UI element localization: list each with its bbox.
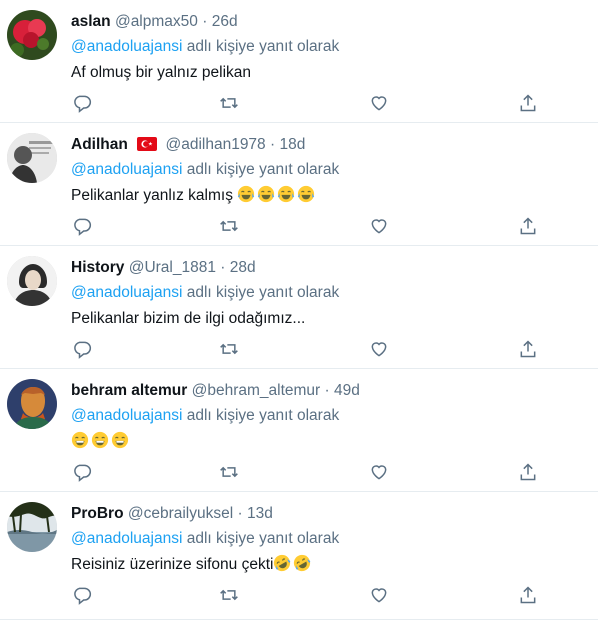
tweet-text [71,429,588,455]
mention-link[interactable]: @anadoluajansi [71,407,182,424]
mention-link[interactable]: @anadoluajansi [71,530,182,547]
laughing-emoji-icon [277,185,295,203]
laughing-emoji-icon [237,185,255,203]
display-name[interactable]: behram altemur [71,382,187,399]
display-name[interactable]: aslan [71,13,111,30]
reply-icon[interactable] [72,93,92,113]
reply-context-label: adlı kişiye yanıt olarak [186,530,340,547]
tweet-text-content: Pelikanlar bizim de ilgi odağımız... [71,310,306,327]
retweet-icon[interactable] [219,585,239,605]
like-icon[interactable] [369,339,389,359]
display-name[interactable]: History [71,259,124,276]
reply-context-label: adlı kişiye yanıt olarak [186,38,340,55]
timestamp[interactable]: 28d [230,259,256,276]
action-bar [0,585,598,605]
laughing-emoji-icon [297,185,315,203]
tweet[interactable]: aslan @alpmax50 · 26d @anadoluajansi adl… [0,0,598,123]
avatar[interactable] [7,256,57,306]
share-icon[interactable] [518,339,538,359]
rofl-emoji-icon [273,554,291,572]
reply-context: @anadoluajansi adlı kişiye yanıt olarak [71,281,588,305]
action-bar [0,339,598,359]
action-bar [0,462,598,482]
handle[interactable]: @adilhan1978 [165,136,265,153]
separator-dot: · [220,259,226,276]
timestamp[interactable]: 49d [334,382,360,399]
reply-context: @anadoluajansi adlı kişiye yanıt olarak [71,404,588,428]
separator-dot: · [202,13,208,30]
display-name[interactable]: ProBro [71,505,124,522]
tweet[interactable]: History @Ural_1881 · 28d @anadoluajansi … [0,246,598,369]
mention-link[interactable]: @anadoluajansi [71,161,182,178]
tweet-text-content: Pelikanlar yanlız kalmış [71,187,233,204]
handle[interactable]: @cebrailyuksel [128,505,233,522]
handle[interactable]: @alpmax50 [115,13,198,30]
share-icon[interactable] [518,585,538,605]
reply-icon[interactable] [72,339,92,359]
avatar[interactable] [7,379,57,429]
tweet[interactable]: Adilhan @adilhan1978 · 18d @anadoluajans… [0,123,598,246]
reply-context-label: adlı kişiye yanıt olarak [186,284,340,301]
separator-dot: · [324,382,330,399]
tweet-text-content: Af olmuş bir yalnız pelikan [71,64,252,81]
tweet-text-content: Reisiniz üzerinize sifonu çekti [71,556,274,573]
like-icon[interactable] [369,585,389,605]
reply-context-label: adlı kişiye yanıt olarak [186,407,340,424]
handle[interactable]: @Ural_1881 [129,259,216,276]
grinning-emoji-icon [71,431,89,449]
timestamp[interactable]: 13d [247,505,273,522]
grinning-emoji-icon [111,431,129,449]
retweet-icon[interactable] [219,93,239,113]
share-icon[interactable] [518,462,538,482]
reply-icon[interactable] [72,462,92,482]
retweet-icon[interactable] [219,462,239,482]
tweet[interactable]: behram altemur @behram_altemur · 49d @an… [0,369,598,492]
share-icon[interactable] [518,93,538,113]
avatar[interactable] [7,10,57,60]
timestamp[interactable]: 18d [279,136,305,153]
tweet-text: Af olmuş bir yalnız pelikan [71,60,588,86]
reply-context-label: adlı kişiye yanıt olarak [186,161,340,178]
like-icon[interactable] [369,93,389,113]
tweet-text: Pelikanlar yanlız kalmış [71,183,588,209]
rofl-emoji-icon [293,554,311,572]
reply-context: @anadoluajansi adlı kişiye yanıt olarak [71,35,588,59]
action-bar [0,93,598,113]
retweet-icon[interactable] [219,216,239,236]
reply-icon[interactable] [72,585,92,605]
reply-feed: aslan @alpmax50 · 26d @anadoluajansi adl… [0,0,598,620]
tweet[interactable]: ProBro @cebrailyuksel · 13d @anadoluajan… [0,492,598,620]
laughing-emoji-icon [257,185,275,203]
display-name[interactable]: Adilhan [71,136,128,153]
mention-link[interactable]: @anadoluajansi [71,284,182,301]
tweet-text: Reisiniz üzerinize sifonu çekti [71,552,588,578]
handle[interactable]: @behram_altemur [192,382,321,399]
timestamp[interactable]: 26d [212,13,238,30]
separator-dot: · [237,505,243,522]
reply-icon[interactable] [72,216,92,236]
mention-link[interactable]: @anadoluajansi [71,38,182,55]
separator-dot: · [270,136,276,153]
action-bar [0,216,598,236]
reply-context: @anadoluajansi adlı kişiye yanıt olarak [71,527,588,551]
like-icon[interactable] [369,462,389,482]
share-icon[interactable] [518,216,538,236]
tweet-text: Pelikanlar bizim de ilgi odağımız... [71,306,588,332]
avatar[interactable] [7,502,57,552]
reply-context: @anadoluajansi adlı kişiye yanıt olarak [71,158,588,182]
turkey-flag-icon [137,135,158,159]
grinning-emoji-icon [91,431,109,449]
retweet-icon[interactable] [219,339,239,359]
avatar[interactable] [7,133,57,183]
like-icon[interactable] [369,216,389,236]
